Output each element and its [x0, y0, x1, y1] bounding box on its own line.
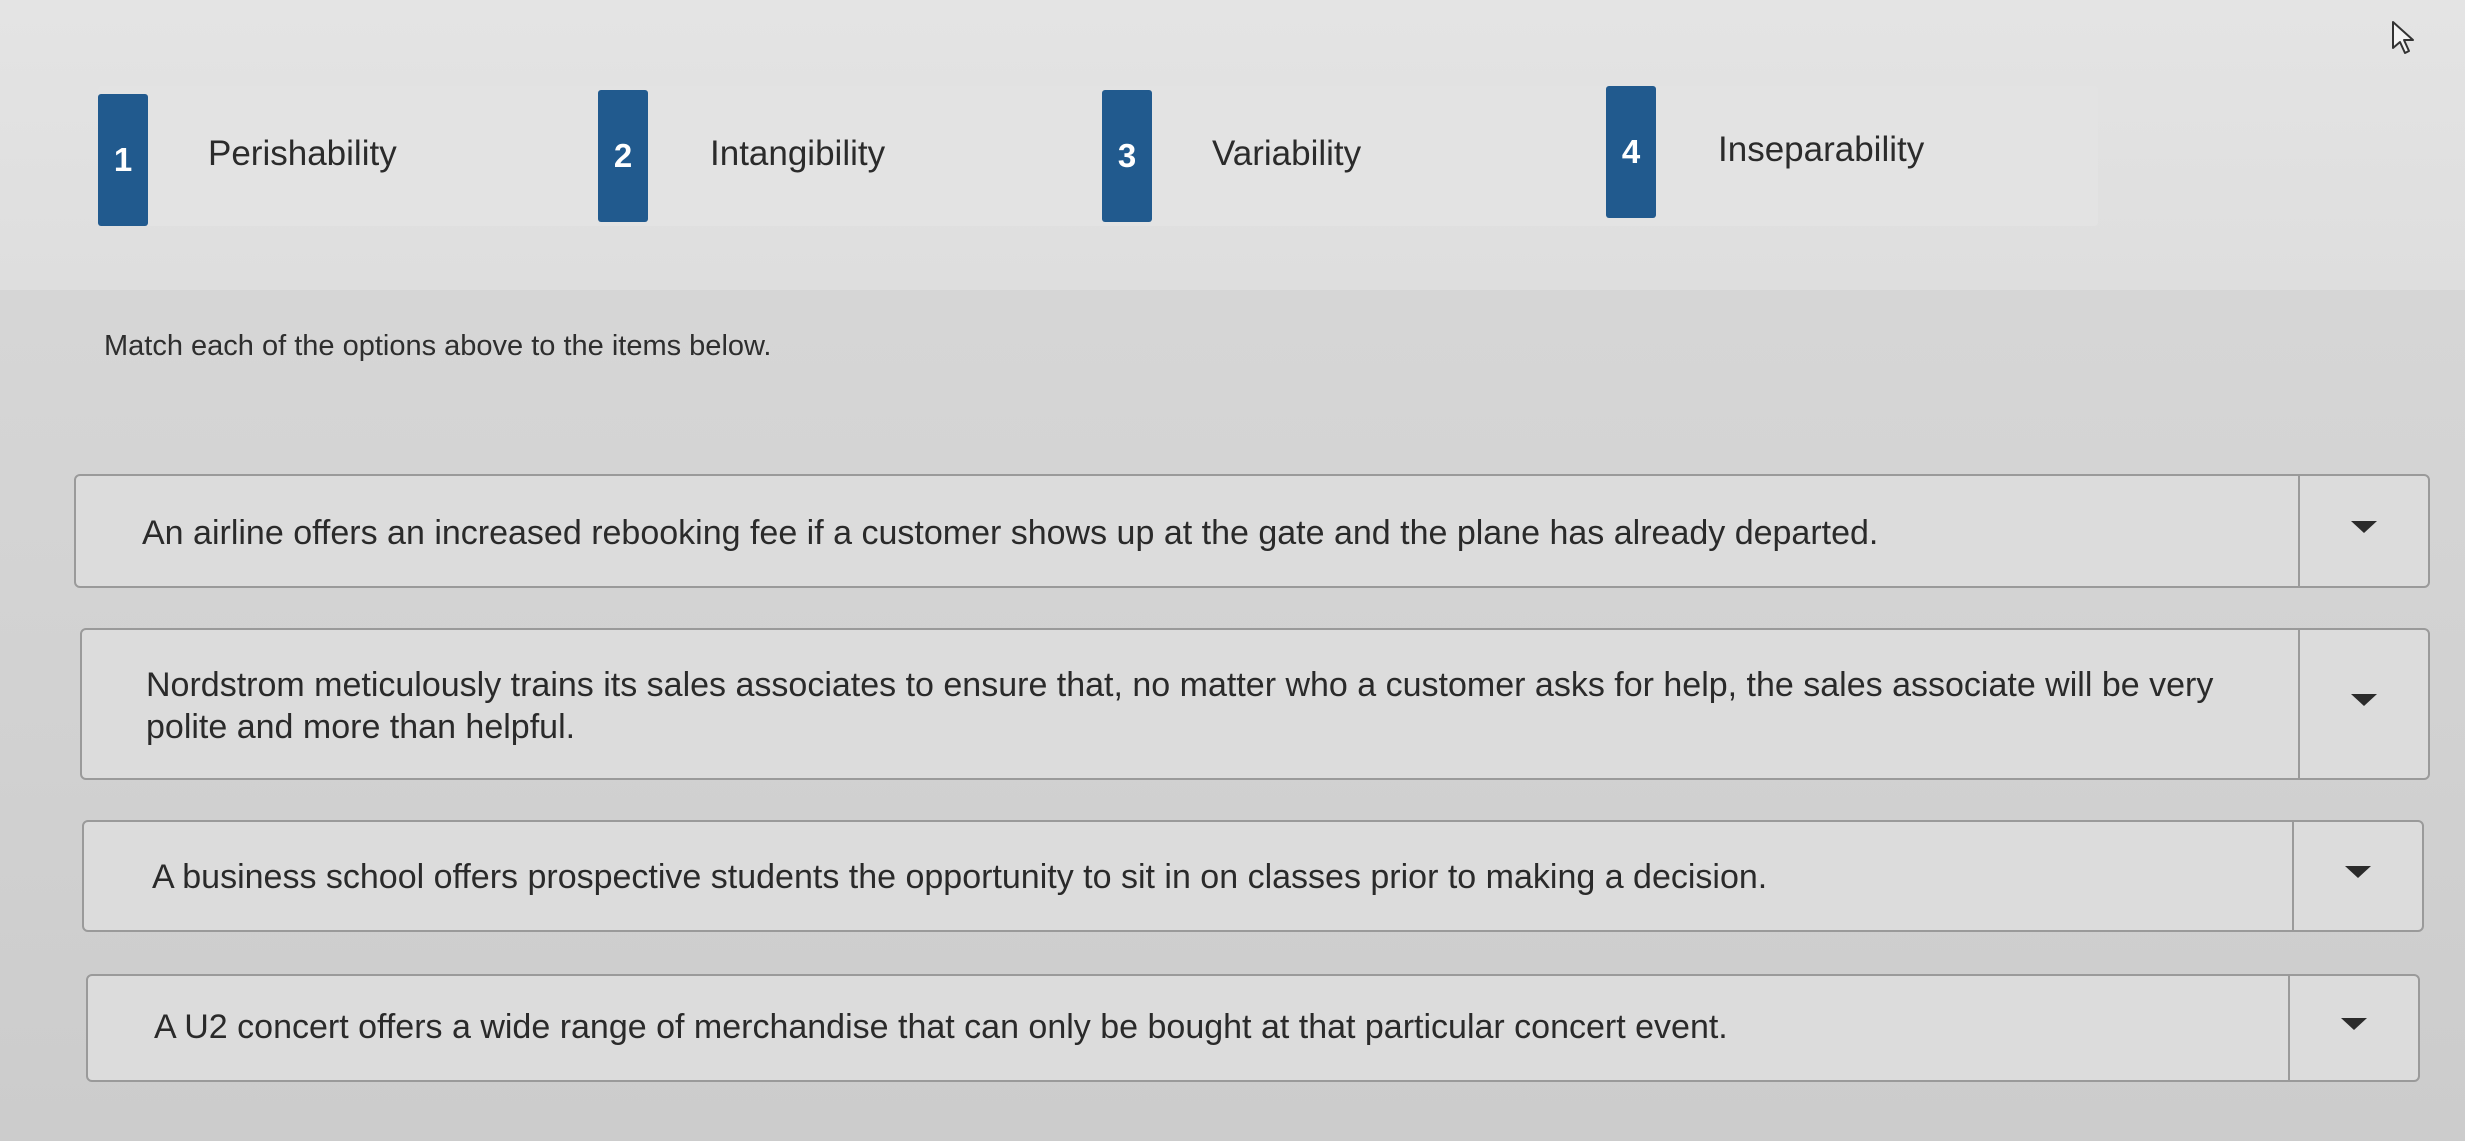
option-number-badge: 4 — [1606, 86, 1656, 218]
match-dropdown-2[interactable] — [2298, 630, 2428, 778]
option-label: Perishability — [208, 134, 397, 173]
item-text: A business school offers prospective stu… — [152, 858, 1768, 896]
item-text: Nordstrom meticulously trains its sales … — [146, 666, 2214, 746]
match-row-3: A business school offers prospective stu… — [82, 820, 2424, 932]
match-dropdown-4[interactable] — [2288, 976, 2418, 1080]
item-text: An airline offers an increased rebooking… — [142, 514, 1879, 552]
instructions-text: Match each of the options above to the i… — [104, 330, 772, 362]
option-number-badge: 1 — [98, 94, 148, 226]
options-row: 1 Perishability 2 Intangibility 3 Variab… — [98, 86, 2098, 226]
option-number-badge: 2 — [598, 90, 648, 222]
caret-down-icon — [2351, 521, 2377, 533]
match-dropdown-1[interactable] — [2298, 476, 2428, 586]
option-number-badge: 3 — [1102, 90, 1152, 222]
caret-down-icon — [2345, 866, 2371, 878]
option-label: Intangibility — [710, 134, 886, 173]
caret-down-icon — [2341, 1018, 2367, 1030]
mouse-pointer-icon — [2392, 21, 2414, 54]
item-text: A U2 concert offers a wide range of merc… — [154, 1008, 1728, 1046]
option-label: Variability — [1212, 134, 1362, 173]
match-dropdown-3[interactable] — [2292, 822, 2422, 930]
match-row-4: A U2 concert offers a wide range of merc… — [86, 974, 2420, 1082]
match-row-1: An airline offers an increased rebooking… — [74, 474, 2430, 588]
caret-down-icon — [2351, 694, 2377, 706]
match-row-2: Nordstrom meticulously trains its sales … — [80, 628, 2430, 780]
option-label: Inseparability — [1718, 130, 1925, 169]
